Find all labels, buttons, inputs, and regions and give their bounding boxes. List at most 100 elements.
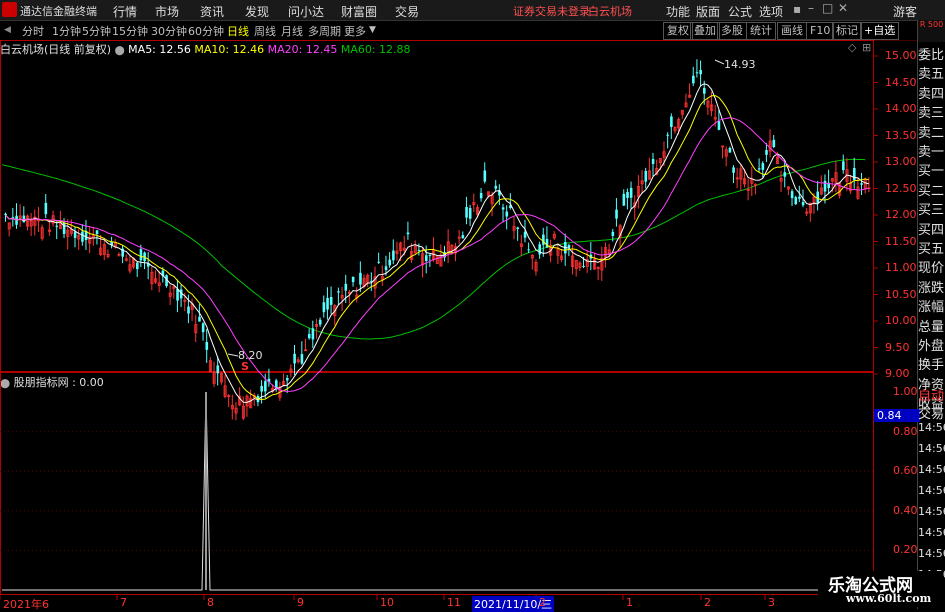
candle-body bbox=[62, 222, 66, 234]
candle-body bbox=[728, 147, 732, 153]
chart-grid bbox=[0, 20, 918, 609]
candle-body bbox=[501, 207, 505, 210]
indicator-tick-label: 0.80 bbox=[893, 424, 918, 438]
candle-body bbox=[523, 231, 527, 238]
candle-body bbox=[615, 209, 618, 219]
candle-body bbox=[703, 87, 706, 94]
side-panel-item[interactable]: 自动 bbox=[918, 385, 945, 404]
candle-body bbox=[626, 191, 629, 198]
side-panel-item[interactable]: 买一 bbox=[918, 160, 945, 179]
side-time-item: 14:56 bbox=[918, 505, 945, 518]
ma10-path bbox=[5, 95, 869, 401]
side-panel-item[interactable]: 买五 bbox=[918, 238, 945, 257]
side-time-item: 14:56 bbox=[918, 421, 945, 434]
side-panel-item[interactable]: 卖四 bbox=[918, 83, 945, 102]
candle-body bbox=[95, 230, 99, 235]
candle-body bbox=[761, 163, 765, 170]
price-tick-label: 14.50 bbox=[885, 75, 917, 89]
candle-body bbox=[326, 297, 329, 310]
date-tick-label: 9 bbox=[297, 596, 304, 609]
candle-body bbox=[794, 197, 798, 205]
side-panel-item[interactable]: 买三 bbox=[918, 199, 945, 218]
side-panel-item[interactable]: 买四 bbox=[918, 219, 945, 238]
candle-body bbox=[135, 262, 139, 270]
watermark: 乐淘公式网 www.60lt.com bbox=[818, 571, 943, 607]
candle-body bbox=[772, 139, 776, 147]
candle-body bbox=[644, 170, 648, 182]
candle-body bbox=[285, 378, 289, 381]
candle-body bbox=[860, 183, 863, 185]
candle-body bbox=[692, 75, 695, 84]
side-panel-item[interactable]: 换手 bbox=[918, 354, 945, 373]
candle-body bbox=[384, 266, 388, 271]
price-tick-label: 12.50 bbox=[885, 181, 917, 195]
price-tick-label: 14.00 bbox=[885, 102, 917, 115]
moving-averages bbox=[5, 59, 869, 403]
candle-body bbox=[732, 167, 735, 173]
date-tick-label: 1 bbox=[626, 596, 633, 609]
side-panel-item[interactable]: 卖一 bbox=[918, 141, 945, 160]
side-time-item: 14:56 bbox=[918, 484, 945, 497]
kline-chart[interactable] bbox=[0, 0, 945, 609]
price-tick-label: 13.50 bbox=[885, 128, 917, 142]
side-panel-item[interactable]: 外盘 bbox=[918, 335, 945, 354]
candle-body bbox=[81, 231, 84, 242]
candle-body bbox=[187, 306, 190, 314]
candle-body bbox=[567, 245, 571, 248]
side-panel-item[interactable]: 卖三 bbox=[918, 102, 945, 121]
indicator-chart bbox=[2, 391, 873, 591]
candle-body bbox=[465, 206, 468, 218]
side-panel-item[interactable]: 涨幅 bbox=[918, 296, 945, 315]
candle-body bbox=[293, 353, 296, 364]
side-panel-item[interactable]: 买二 bbox=[918, 180, 945, 199]
side-time-item: 14:56 bbox=[918, 547, 945, 560]
side-panel-item[interactable]: 卖五 bbox=[918, 63, 945, 82]
candle-body bbox=[377, 261, 381, 263]
candle-body bbox=[505, 211, 509, 217]
candle-body bbox=[73, 231, 77, 238]
candle-body bbox=[216, 365, 220, 374]
price-tick-label: 11.00 bbox=[885, 261, 917, 274]
candle-body bbox=[611, 231, 615, 236]
candle-body bbox=[783, 172, 787, 177]
side-time-item: 14:56 bbox=[918, 463, 945, 476]
side-panel-item[interactable]: 卖二 bbox=[918, 122, 945, 141]
candle-body bbox=[300, 354, 304, 364]
indicator-tick-label: 0.40 bbox=[893, 503, 918, 517]
side-panel-item[interactable]: 总量 bbox=[918, 316, 945, 335]
candle-body bbox=[198, 316, 201, 322]
candle-body bbox=[483, 170, 487, 182]
candle-body bbox=[790, 191, 794, 199]
candle-body bbox=[798, 196, 801, 199]
candle-body bbox=[201, 323, 205, 333]
sub-frame bbox=[0, 372, 874, 595]
candle-body bbox=[264, 381, 267, 392]
candle-body bbox=[816, 191, 820, 204]
indicator-tick-label: 0.20 bbox=[893, 543, 918, 557]
candle-body bbox=[311, 328, 315, 340]
side-panel-header[interactable]: R 500 bbox=[918, 20, 945, 42]
side-panel-item[interactable]: 涨跌 bbox=[918, 277, 945, 296]
price-tick-label: 11.50 bbox=[885, 234, 917, 248]
candle-body bbox=[765, 150, 768, 155]
low-arrow bbox=[227, 353, 239, 357]
indicator-tick-label: 0.60 bbox=[893, 464, 918, 478]
candle-body bbox=[823, 180, 827, 192]
price-tick-label: 12.00 bbox=[885, 208, 917, 221]
ma5-path bbox=[5, 83, 869, 403]
candle-body bbox=[853, 168, 856, 180]
candle-body bbox=[139, 249, 143, 261]
ma20-path bbox=[5, 117, 869, 392]
sell-marker: S bbox=[241, 360, 249, 373]
candle-body bbox=[801, 202, 805, 206]
date-tick-label: 3 bbox=[768, 596, 775, 609]
candle-body bbox=[205, 341, 209, 350]
candle-body bbox=[516, 227, 520, 230]
date-tick-label: 7 bbox=[120, 596, 127, 609]
side-panel-item[interactable]: 交易 bbox=[918, 403, 945, 422]
side-panel-item[interactable]: 现价 bbox=[918, 257, 945, 276]
side-panel-item[interactable]: 委比 bbox=[918, 44, 945, 63]
current-value-tag: 0.84 bbox=[874, 409, 920, 422]
candle-body bbox=[479, 192, 483, 199]
candle-body bbox=[670, 116, 673, 128]
